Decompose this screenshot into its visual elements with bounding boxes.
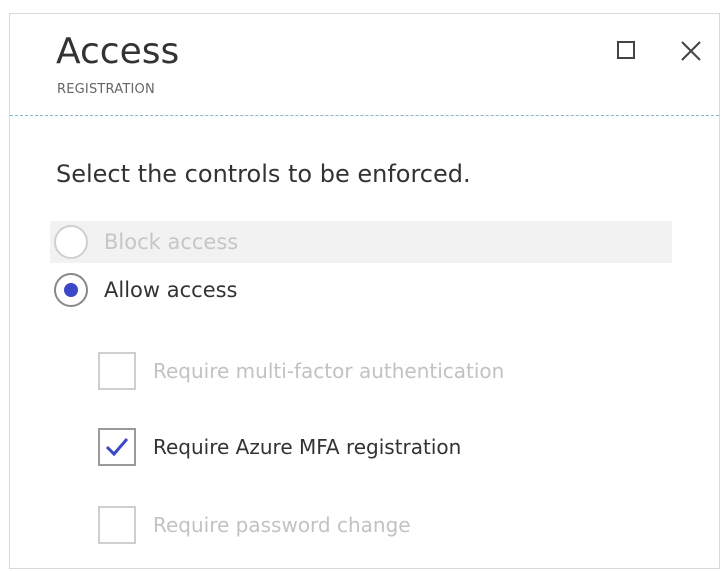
header-divider — [10, 115, 719, 116]
require-mfa-checkbox[interactable] — [98, 352, 136, 390]
require-mfa-label: Require multi-factor authentication — [153, 359, 505, 383]
maximize-icon — [617, 41, 635, 59]
allow-access-option[interactable]: Allow access — [50, 269, 238, 311]
require-mfa-registration-label: Require Azure MFA registration — [153, 435, 462, 459]
require-mfa-registration-checkbox[interactable] — [98, 428, 136, 466]
close-icon — [681, 41, 701, 61]
require-password-change-label: Require password change — [153, 513, 411, 537]
radio-selected-dot — [64, 283, 78, 297]
panel-subtitle: REGISTRATION — [57, 82, 155, 97]
checkmark-icon — [105, 438, 129, 457]
block-access-label: Block access — [104, 230, 239, 254]
allow-access-radio[interactable] — [54, 273, 88, 307]
instruction-text: Select the controls to be enforced. — [56, 160, 471, 188]
allow-access-label: Allow access — [104, 278, 238, 302]
require-password-change-checkbox[interactable] — [98, 506, 136, 544]
block-access-radio[interactable] — [54, 225, 88, 259]
maximize-button[interactable] — [614, 38, 640, 64]
require-mfa-registration-control[interactable]: Require Azure MFA registration — [98, 428, 461, 466]
panel-title: Access — [56, 31, 180, 72]
close-button[interactable] — [678, 38, 704, 64]
access-panel: Access REGISTRATION Select the controls … — [9, 13, 720, 569]
require-password-change-control[interactable]: Require password change — [98, 506, 411, 544]
block-access-option[interactable]: Block access — [50, 221, 672, 263]
require-mfa-control[interactable]: Require multi-factor authentication — [98, 352, 504, 390]
